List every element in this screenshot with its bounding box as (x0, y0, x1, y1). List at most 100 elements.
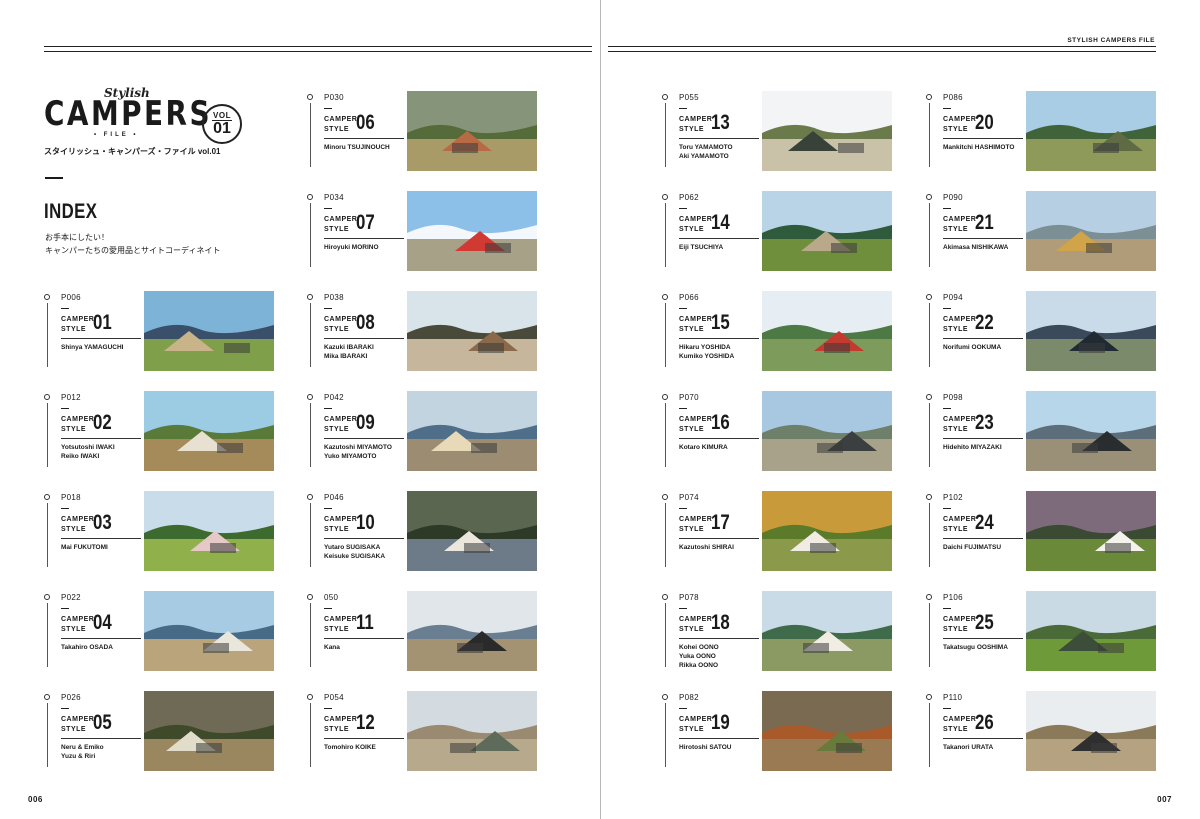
index-entry-07[interactable]: P034 CAMPER STYLE 07 Hiroyuki MORINO (307, 191, 547, 273)
entry-marker-dot (662, 494, 668, 500)
entry-style-number: 21 (975, 211, 994, 234)
entry-photo[interactable] (762, 391, 892, 471)
entry-dash (679, 508, 687, 510)
entry-camper-style-label: CAMPER STYLE (324, 715, 357, 734)
index-entry-19[interactable]: P082 CAMPER STYLE 19 Hirotoshi SATOU (662, 691, 902, 773)
entry-camper-style-label: CAMPER STYLE (679, 215, 712, 234)
entry-dash (943, 208, 951, 210)
entry-photo[interactable] (407, 591, 537, 671)
index-entry-01[interactable]: P006 CAMPER STYLE 01 Shinya YAMAGUCHI (44, 291, 284, 373)
index-entry-11[interactable]: 050 CAMPER STYLE 11 Kana (307, 591, 547, 673)
style-label: STYLE (679, 625, 705, 633)
entry-photo[interactable] (407, 691, 537, 771)
index-entry-23[interactable]: P098 CAMPER STYLE 23 Hidehito MIYAZAKI (926, 391, 1166, 473)
entry-photo[interactable] (1026, 191, 1156, 271)
entry-photo[interactable] (144, 491, 274, 571)
entry-dash (324, 208, 332, 210)
index-entry-15[interactable]: P066 CAMPER STYLE 15 Hikaru YOSHIDA Kumiko Y… (662, 291, 902, 373)
entry-style-number: 01 (93, 311, 112, 334)
index-entry-08[interactable]: P038 CAMPER STYLE 08 Kazuki IBARAKI Mika IBA… (307, 291, 547, 373)
page-number-right: 007 (1157, 795, 1172, 804)
entry-style-number: 10 (356, 511, 375, 534)
index-entry-22[interactable]: P094 CAMPER STYLE 22 Norifumi OOKUMA (926, 291, 1166, 373)
index-entry-05[interactable]: P026 CAMPER STYLE 05 Neru & Emiko Yuzu & Rir… (44, 691, 284, 773)
index-entry-04[interactable]: P022 CAMPER STYLE 04 Takahiro OSADA (44, 591, 284, 673)
entry-style-number: 22 (975, 311, 994, 334)
camper-label: CAMPER (943, 216, 977, 223)
entry-marker-line (309, 703, 311, 767)
camper-label: CAMPER (943, 516, 977, 523)
entry-photo[interactable] (762, 191, 892, 271)
entry-photo[interactable] (407, 491, 537, 571)
index-entry-12[interactable]: P054 CAMPER STYLE 12 Tomohiro KOIKE (307, 691, 547, 773)
index-entry-02[interactable]: P012 CAMPER STYLE 02 Yotsutoshi IWAKI Reiko … (44, 391, 284, 473)
index-entry-20[interactable]: P086 CAMPER STYLE 20 Mankitchi HASHIMOTO (926, 91, 1166, 173)
entry-page-ref: 050 (324, 593, 339, 602)
index-entry-21[interactable]: P090 CAMPER STYLE 21 Akimasa NISHIKAWA (926, 191, 1166, 273)
entry-marker-dot (662, 94, 668, 100)
index-entry-18[interactable]: P078 CAMPER STYLE 18 Kohei OONO Yuka OONO Ri… (662, 591, 902, 673)
entry-photo[interactable] (407, 391, 537, 471)
entry-photo[interactable] (407, 191, 537, 271)
entry-marker-line (928, 703, 930, 767)
entry-photo[interactable] (407, 91, 537, 171)
index-entry-09[interactable]: P042 CAMPER STYLE 09 Kazutoshi MIYAMOTO Yuko… (307, 391, 547, 473)
page-number-left: 006 (28, 795, 43, 804)
entry-photo[interactable] (762, 691, 892, 771)
index-entry-25[interactable]: P106 CAMPER STYLE 25 Takatsugu OOSHIMA (926, 591, 1166, 673)
entry-camper-name: Hidehito MIYAZAKI (943, 444, 1002, 451)
campsite-photo-image (407, 491, 537, 571)
entry-photo[interactable] (762, 91, 892, 171)
entry-style-number: 04 (93, 611, 112, 634)
entry-photo[interactable] (1026, 491, 1156, 571)
index-entry-16[interactable]: P070 CAMPER STYLE 16 Kotaro KIMURA (662, 391, 902, 473)
index-entry-13[interactable]: P055 CAMPER STYLE 13 Toru YAMAMOTO Aki YAMAM… (662, 91, 902, 173)
camper-label: CAMPER (943, 416, 977, 423)
index-description-line-2: キャンパーたちの愛用品とサイトコーディネイト (45, 246, 221, 255)
entry-camper-name: Kazutoshi MIYAMOTO Yuko MIYAMOTO (324, 444, 392, 460)
entry-photo[interactable] (1026, 291, 1156, 371)
entry-page-ref: P106 (943, 593, 963, 602)
camper-label: CAMPER (324, 416, 358, 423)
camper-label: CAMPER (324, 116, 358, 123)
entry-photo[interactable] (144, 291, 274, 371)
entry-dash (61, 708, 69, 710)
campsite-photo-image (407, 591, 537, 671)
index-entry-17[interactable]: P074 CAMPER STYLE 17 Kazutoshi SHIRAI (662, 491, 902, 573)
entry-camper-style-label: CAMPER STYLE (61, 615, 94, 634)
index-entry-06[interactable]: P030 CAMPER STYLE 06 Minoru TSUJINOUCH (307, 91, 547, 173)
index-entry-24[interactable]: P102 CAMPER STYLE 24 Daichi FUJIMATSU (926, 491, 1166, 573)
entry-photo[interactable] (762, 491, 892, 571)
entry-photo[interactable] (144, 591, 274, 671)
index-entry-10[interactable]: P046 CAMPER STYLE 10 Yutaro SUGISAKA Keisuke… (307, 491, 547, 573)
entry-marker-dot (307, 594, 313, 600)
entry-photo[interactable] (1026, 591, 1156, 671)
entry-page-ref: P082 (679, 693, 699, 702)
entry-page-ref: P098 (943, 393, 963, 402)
camper-label: CAMPER (943, 316, 977, 323)
index-entry-14[interactable]: P062 CAMPER STYLE 14 Eiji TSUCHIYA (662, 191, 902, 273)
entry-photo[interactable] (1026, 691, 1156, 771)
entry-divider (679, 338, 759, 339)
entry-photo[interactable] (144, 391, 274, 471)
entry-camper-style-label: CAMPER STYLE (61, 515, 94, 534)
entry-divider (61, 638, 141, 639)
entry-photo[interactable] (144, 691, 274, 771)
style-label: STYLE (679, 325, 705, 333)
entry-photo[interactable] (762, 591, 892, 671)
entry-style-number: 08 (356, 311, 375, 334)
entry-photo[interactable] (762, 291, 892, 371)
entry-photo[interactable] (407, 291, 537, 371)
camper-label: CAMPER (61, 516, 95, 523)
index-entry-03[interactable]: P018 CAMPER STYLE 03 Mai FUKUTOMI (44, 491, 284, 573)
entry-divider (943, 638, 1023, 639)
style-label: STYLE (943, 625, 969, 633)
index-entry-26[interactable]: P110 CAMPER STYLE 26 Takanori URATA (926, 691, 1166, 773)
campsite-photo-image (1026, 291, 1156, 371)
entry-divider (679, 238, 759, 239)
entry-photo[interactable] (1026, 91, 1156, 171)
entry-page-ref: P062 (679, 193, 699, 202)
style-label: STYLE (61, 725, 87, 733)
entry-photo[interactable] (1026, 391, 1156, 471)
entry-page-ref: P046 (324, 493, 344, 502)
